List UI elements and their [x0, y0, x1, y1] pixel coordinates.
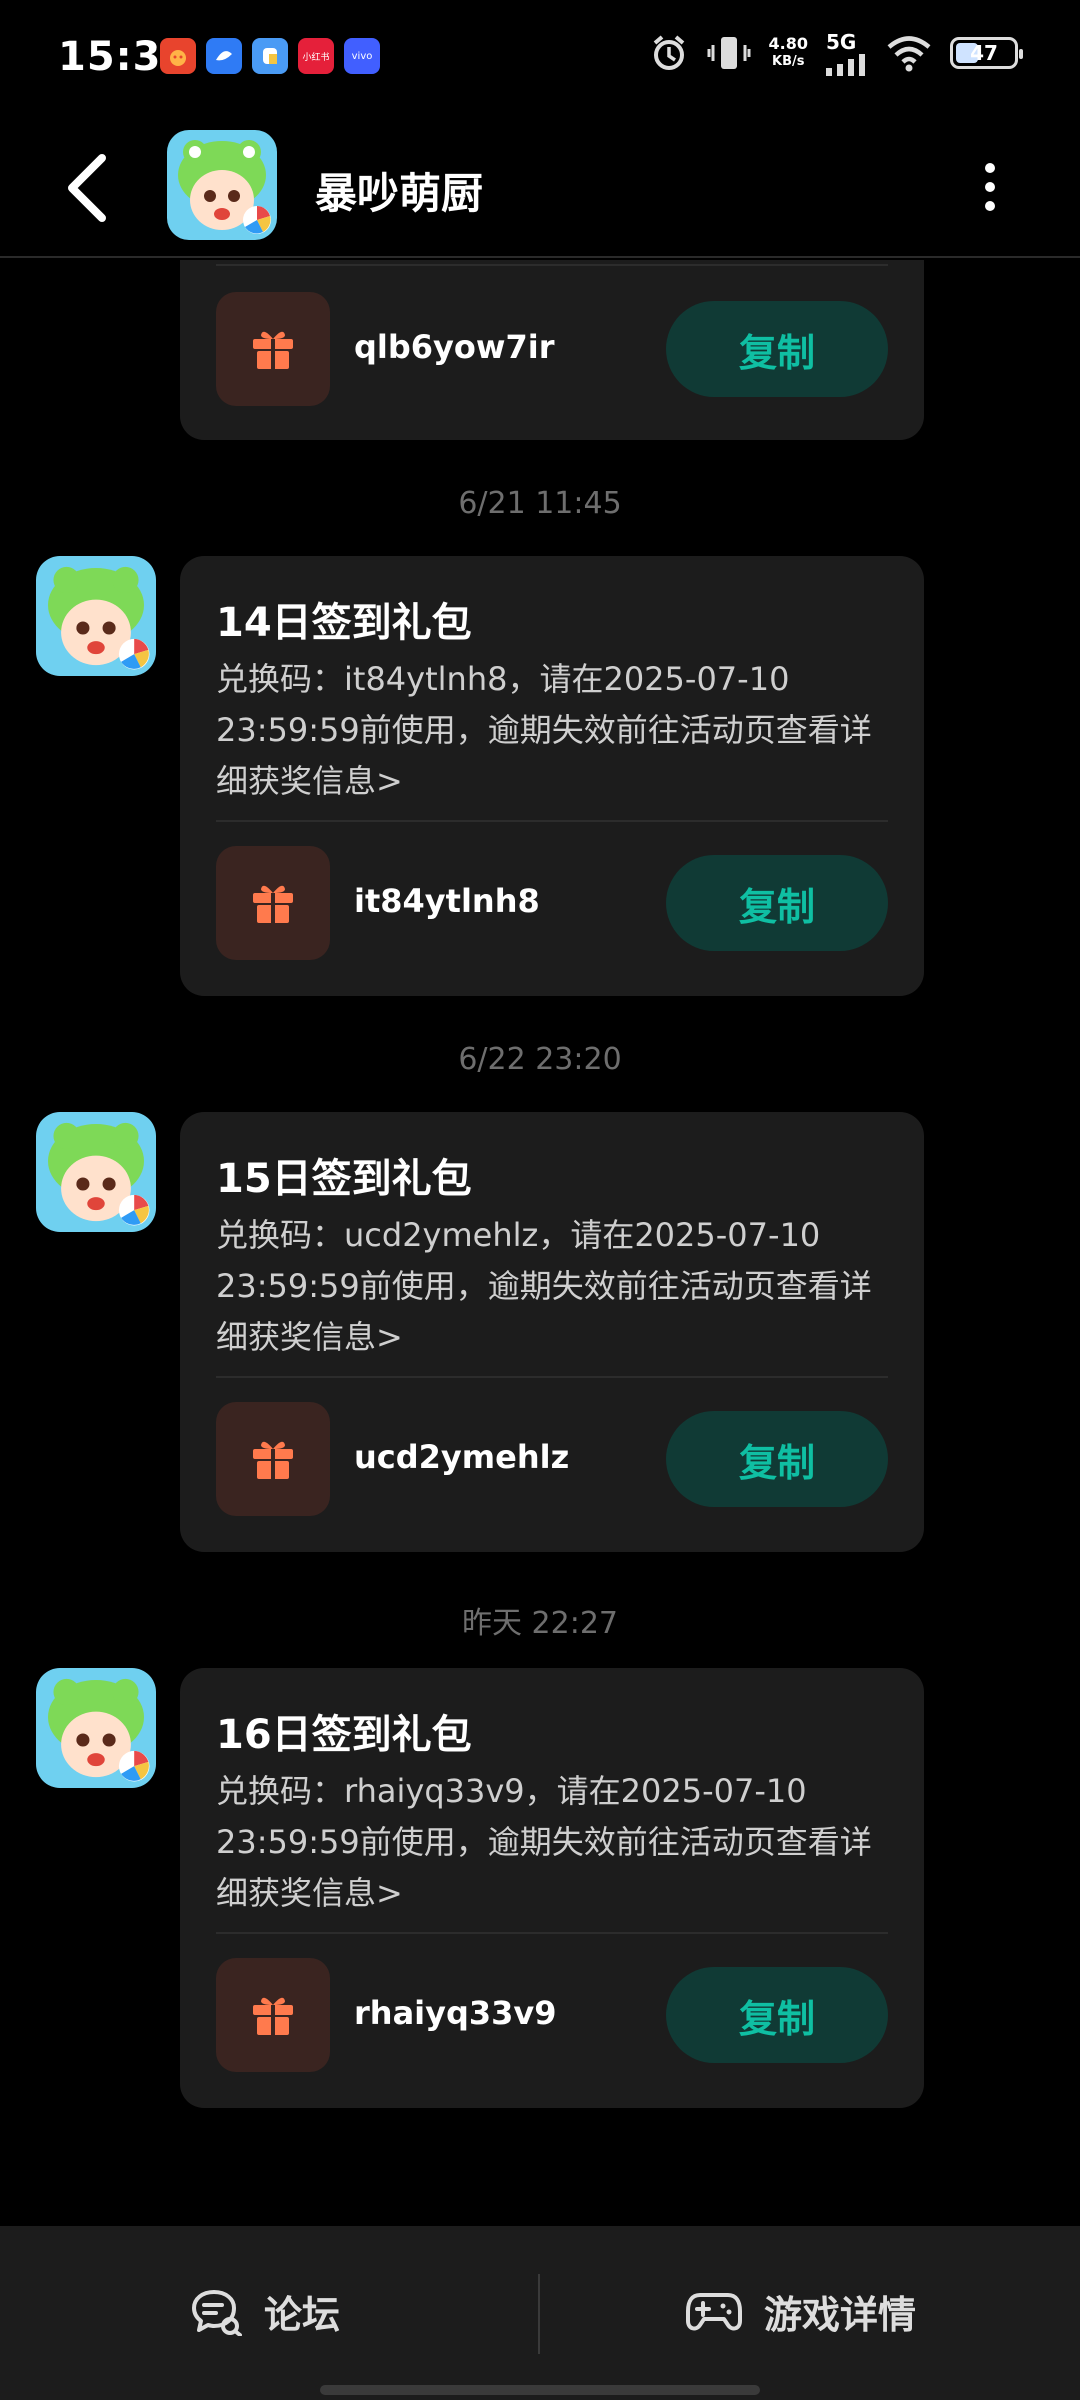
xiaohongshu-icon: 小红书: [298, 38, 334, 74]
home-indicator[interactable]: [320, 2385, 760, 2395]
sender-avatar[interactable]: [36, 1668, 156, 1788]
gift-code: rhaiyq33v9: [354, 1994, 557, 2032]
gift-icon: [253, 331, 293, 369]
sender-avatar[interactable]: [36, 556, 156, 676]
message-timestamp: 6/21 11:45: [458, 486, 622, 521]
gamepad-icon: [686, 2292, 742, 2330]
bottom-bar-separator: [538, 2274, 540, 2354]
copy-button[interactable]: 复制: [666, 855, 888, 951]
forum-icon: [192, 2289, 242, 2336]
battery-icon: 47: [950, 37, 1023, 69]
status-bar: 15:32 小红书 vivo 4.80 KB/s 5G 47: [0, 0, 1080, 118]
gift-icon: [253, 885, 293, 923]
cellular-signal: 5G: [826, 30, 868, 76]
gift-icon: [253, 1997, 293, 2035]
copy-button[interactable]: 复制: [666, 1967, 888, 2063]
message-timestamp: 昨天 22:27: [462, 1606, 618, 1641]
network-speed: 4.80 KB/s: [768, 34, 808, 70]
status-right: 4.80 KB/s 5G 47: [649, 30, 1023, 76]
gift-code: qlb6yow7ir: [354, 328, 555, 366]
app-notification-icon: [252, 38, 288, 74]
vibrate-icon: [707, 37, 751, 69]
card-title: 16日签到礼包: [216, 1712, 472, 1758]
message-timestamp: 6/22 23:20: [458, 1042, 622, 1077]
gift-icon-box: [216, 1402, 330, 1516]
card-title: 15日签到礼包: [216, 1156, 472, 1202]
vivo-icon: vivo: [344, 38, 380, 74]
message-feed[interactable]: qlb6yow7ir 复制 6/21 11:45 14日签到礼包 兑换码：it8…: [0, 260, 1080, 2225]
gift-icon: [253, 1441, 293, 1479]
game-detail-tab[interactable]: 游戏详情: [686, 2284, 916, 2339]
gift-message-card: qlb6yow7ir 复制: [180, 260, 924, 440]
forum-tab[interactable]: 论坛: [190, 2284, 340, 2339]
card-description[interactable]: 兑换码：it84ytlnh8，请在2025-07-10 23:59:59前使用，…: [216, 654, 886, 807]
signal-icon: [826, 54, 865, 76]
gift-message-card: 16日签到礼包 兑换码：rhaiyq33v9，请在2025-07-10 23:5…: [180, 1668, 924, 2108]
card-divider: [216, 264, 888, 266]
gift-icon-box: [216, 1958, 330, 2072]
gift-message-card: 14日签到礼包 兑换码：it84ytlnh8，请在2025-07-10 23:5…: [180, 556, 924, 996]
game-avatar[interactable]: [167, 130, 277, 240]
card-divider: [216, 1376, 888, 1378]
app-notification-icon: [206, 38, 242, 74]
gift-icon-box: [216, 846, 330, 960]
card-title: 14日签到礼包: [216, 600, 472, 646]
card-description[interactable]: 兑换码：ucd2ymehlz，请在2025-07-10 23:59:59前使用，…: [216, 1210, 886, 1363]
gift-icon-box: [216, 292, 330, 406]
bottom-bar: 论坛 游戏详情: [0, 2226, 1080, 2400]
sender-avatar[interactable]: [36, 1112, 156, 1232]
copy-button[interactable]: 复制: [666, 1411, 888, 1507]
app-header: 暴吵萌厨: [0, 118, 1080, 258]
alarm-icon: [653, 35, 684, 70]
wifi-icon: [887, 36, 931, 72]
notification-icons: 小红书 vivo: [160, 38, 380, 74]
back-icon[interactable]: [60, 152, 120, 224]
card-divider: [216, 1932, 888, 1934]
copy-button[interactable]: 复制: [666, 301, 888, 397]
card-description[interactable]: 兑换码：rhaiyq33v9，请在2025-07-10 23:59:59前使用，…: [216, 1766, 886, 1919]
card-divider: [216, 820, 888, 822]
gift-message-card: 15日签到礼包 兑换码：ucd2ymehlz，请在2025-07-10 23:5…: [180, 1112, 924, 1552]
gift-code: ucd2ymehlz: [354, 1438, 570, 1476]
app-notification-icon: [160, 38, 196, 74]
gift-code: it84ytlnh8: [354, 882, 540, 920]
more-options-icon[interactable]: [980, 162, 1000, 212]
page-title: 暴吵萌厨: [315, 169, 484, 218]
